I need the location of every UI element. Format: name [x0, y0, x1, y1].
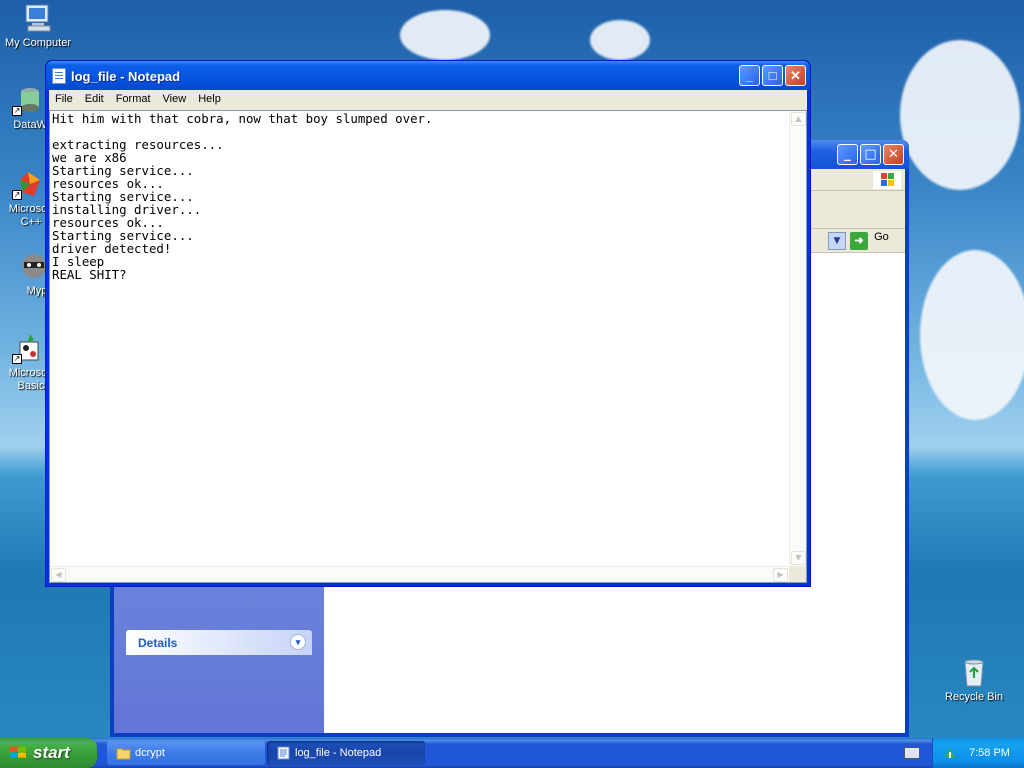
folder-icon	[116, 746, 131, 760]
notepad-icon	[52, 68, 66, 84]
horizontal-scrollbar[interactable]: ◀ ▶	[50, 566, 789, 582]
desktop-icon-my-computer[interactable]: My Computer	[2, 2, 74, 50]
shortcut-arrow-icon: ↗	[12, 106, 22, 116]
desktop-icon-recycle-bin[interactable]: Recycle Bin	[938, 656, 1010, 704]
close-button[interactable]: ✕	[883, 144, 904, 165]
go-arrow-icon: ➜	[850, 232, 868, 250]
maximize-button[interactable]: □	[860, 144, 881, 165]
cloud	[900, 40, 1020, 190]
resize-grip-icon[interactable]	[789, 566, 806, 582]
keyboard-icon[interactable]	[904, 747, 920, 759]
taskbar: start dcrypt log_file - Notepad 7:58 PM	[0, 738, 1024, 768]
go-label: Go	[874, 231, 889, 243]
details-panel-header[interactable]: Details ▾	[126, 630, 312, 655]
taskbar-button-dcrypt[interactable]: dcrypt	[107, 741, 265, 765]
editor-content[interactable]: Hit him with that cobra, now that boy sl…	[52, 111, 788, 566]
visual-studio-icon: ↗	[12, 168, 44, 200]
notepad-titlebar[interactable]: log_file - Notepad _ □ ✕	[46, 61, 810, 90]
cloud	[400, 10, 490, 60]
minimize-button[interactable]: _	[837, 144, 858, 165]
cloud	[920, 250, 1024, 420]
details-label: Details	[138, 636, 178, 650]
scroll-left-arrow-icon[interactable]: ◀	[51, 568, 66, 582]
database-icon: ↗	[12, 84, 44, 116]
scroll-up-arrow-icon[interactable]: ▲	[791, 112, 806, 126]
clock[interactable]: 7:58 PM	[969, 747, 1010, 759]
menu-edit[interactable]: Edit	[79, 90, 110, 105]
start-button[interactable]: start	[0, 738, 97, 768]
start-label: start	[33, 743, 70, 762]
window-title: log_file - Notepad	[71, 69, 181, 84]
desktop-icon-label: My Computer	[4, 37, 72, 49]
menu-help[interactable]: Help	[192, 90, 227, 105]
address-dropdown-button[interactable]: ▼	[828, 232, 846, 250]
notepad-window[interactable]: log_file - Notepad _ □ ✕ File Edit Format V…	[45, 60, 811, 587]
scroll-down-arrow-icon[interactable]: ▼	[791, 551, 806, 565]
system-tray: 7:58 PM	[932, 738, 1024, 768]
notepad-icon	[276, 746, 291, 760]
shortcut-arrow-icon: ↗	[12, 354, 22, 364]
menu-file[interactable]: File	[49, 90, 79, 105]
taskbar-button-notepad[interactable]: log_file - Notepad	[267, 741, 425, 765]
windows-logo-icon	[873, 171, 901, 189]
basic-icon: ↗	[12, 332, 44, 364]
chevron-down-icon[interactable]: ▾	[290, 634, 306, 650]
text-editor[interactable]: Hit him with that cobra, now that boy sl…	[49, 110, 807, 583]
desktop-icon-label: Recycle Bin	[944, 691, 1004, 703]
windows-flag-icon	[9, 745, 27, 761]
scroll-right-arrow-icon[interactable]: ▶	[773, 568, 788, 582]
menu-view[interactable]: View	[157, 90, 193, 105]
computer-icon	[22, 2, 54, 34]
vertical-scrollbar[interactable]: ▲ ▼	[789, 111, 806, 566]
maximize-button[interactable]: □	[762, 65, 783, 86]
cloud	[590, 20, 650, 60]
go-button[interactable]: ➜ Go	[850, 231, 900, 250]
minimize-button[interactable]: _	[739, 65, 760, 86]
taskbar-button-label: log_file - Notepad	[295, 747, 382, 759]
network-icon[interactable]	[943, 746, 957, 760]
shortcut-arrow-icon: ↗	[12, 190, 22, 200]
recycle-bin-icon	[958, 656, 990, 688]
close-button[interactable]: ✕	[785, 65, 806, 86]
taskbar-button-label: dcrypt	[135, 747, 165, 759]
notepad-menubar: File Edit Format View Help	[49, 90, 807, 110]
menu-format[interactable]: Format	[110, 90, 157, 105]
